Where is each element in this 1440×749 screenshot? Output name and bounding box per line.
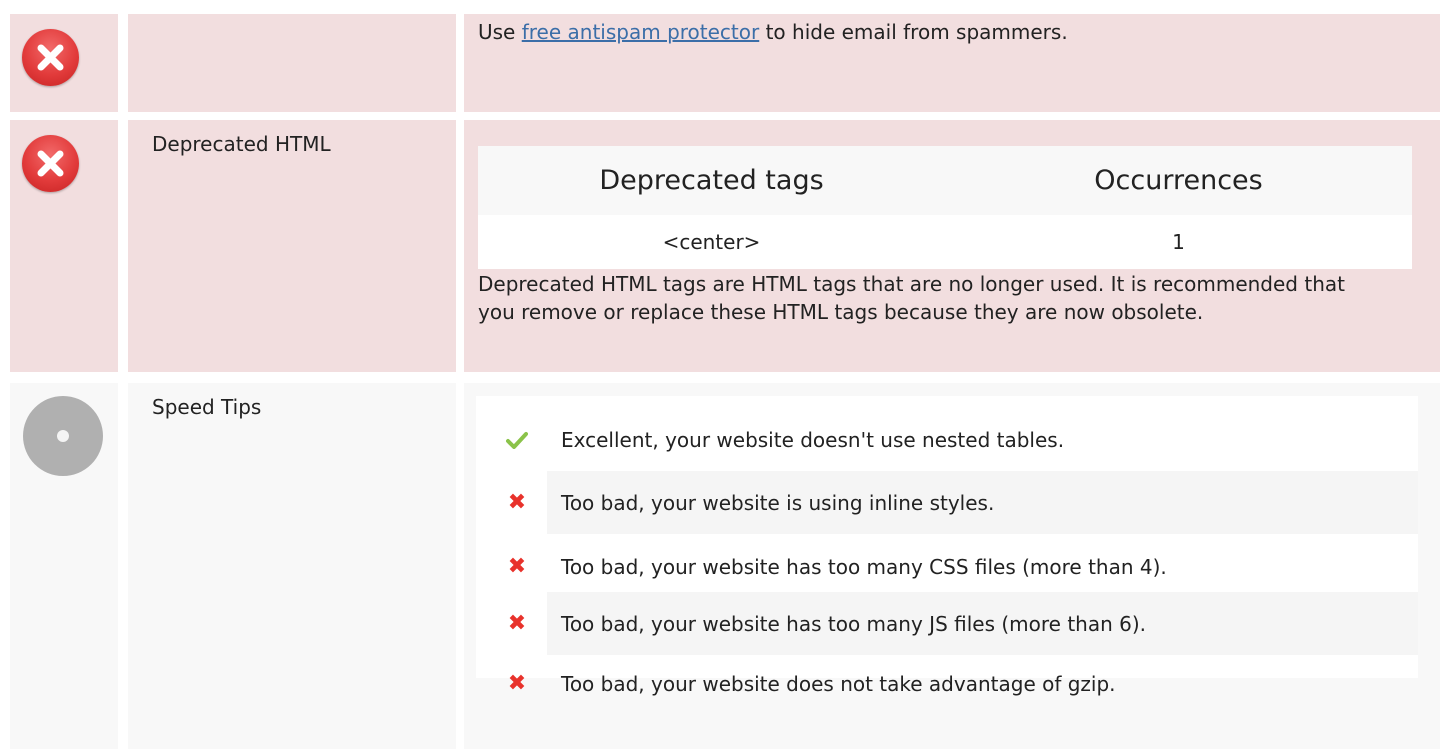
cross-icon: ✖ [507,611,527,636]
tip-text: Too bad, your website does not take adva… [561,671,1116,696]
speed-tips-list: Excellent, your website doesn't use nest… [476,396,1418,696]
cross-icon: ✖ [507,554,527,579]
list-item: ✖ Too bad, your website has too many JS … [476,592,1418,655]
tip-text: Too bad, your website has too many CSS f… [561,554,1167,579]
check-icon [502,408,532,471]
list-item: Excellent, your website doesn't use nest… [476,408,1418,471]
header-occurrences: Occurrences [1094,165,1263,196]
speed-tips-row: Speed Tips Excellent, your website doesn… [10,383,1440,749]
content-cell: Use free antispam protector to hide emai… [464,14,1440,112]
error-icon [22,29,79,86]
table-header: Deprecated tags Occurrences [478,146,1412,215]
row-label: Speed Tips [152,395,262,419]
list-item: ✖ Too bad, your website does not take ad… [476,652,1418,715]
neutral-status-icon [23,396,103,476]
tip-text: Too bad, your website has too many JS fi… [547,592,1418,655]
cross-icon: ✖ [507,490,527,515]
content-cell: Deprecated tags Occurrences <center> 1 D… [464,120,1440,372]
header-deprecated-tags: Deprecated tags [599,165,824,196]
deprecated-description: Deprecated HTML tags are HTML tags that … [478,272,1345,324]
error-icon [22,135,79,192]
tip-text: Too bad, your website is using inline st… [547,471,1418,534]
deprecated-html-row: Deprecated HTML Deprecated tags Occurren… [10,120,1440,372]
list-item: ✖ Too bad, your website has too many CSS… [476,535,1418,598]
occurrence-cell: 1 [1172,230,1185,254]
status-cell [10,383,118,749]
email-check-row: Use free antispam protector to hide emai… [10,14,1440,112]
antispam-protector-link[interactable]: free antispam protector [522,20,760,44]
label-cell: Speed Tips [128,383,456,749]
list-item: ✖ Too bad, your website is using inline … [476,471,1418,534]
deprecated-tags-table: Deprecated tags Occurrences <center> 1 [478,146,1412,269]
cross-icon: ✖ [507,671,527,696]
status-cell [10,120,118,372]
tag-cell: <center> [662,230,761,254]
email-protector-text: Use free antispam protector to hide emai… [478,18,1068,46]
status-cell [10,14,118,112]
dot-icon [57,430,69,442]
content-cell: Excellent, your website doesn't use nest… [464,383,1440,749]
row-label: Deprecated HTML [152,132,331,156]
label-cell: Deprecated HTML [128,120,456,372]
table-row: <center> 1 [478,215,1412,269]
tip-text: Excellent, your website doesn't use nest… [561,427,1065,452]
label-cell [128,14,456,112]
text-after: to hide email from spammers. [759,20,1068,44]
text-before: Use [478,20,522,44]
